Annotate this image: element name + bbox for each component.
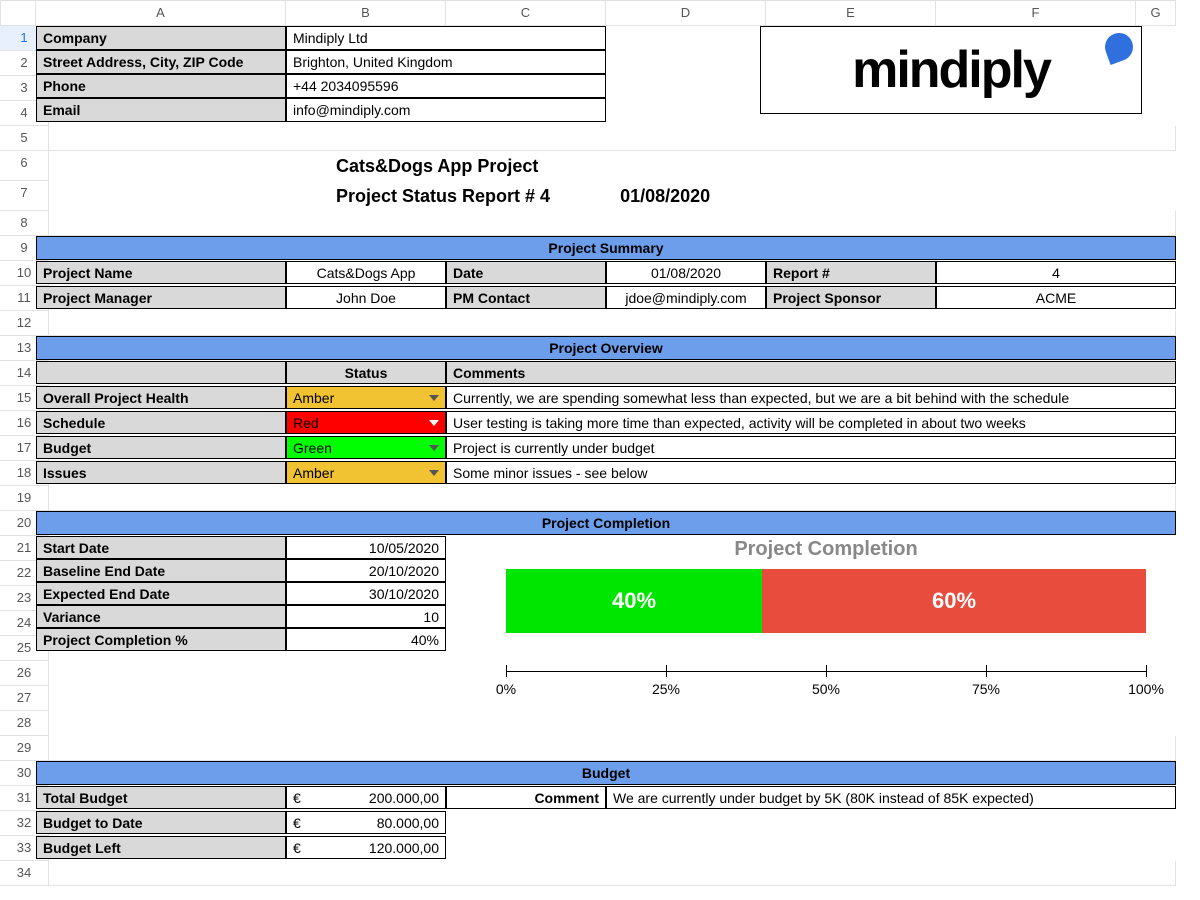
- phone-value[interactable]: +44 2034095596: [286, 74, 606, 98]
- chart-axis-label: 25%: [652, 681, 680, 697]
- completion-chart: Project Completion 40%60% 0%25%50%75%100…: [506, 538, 1146, 720]
- email-value[interactable]: info@mindiply.com: [286, 98, 606, 122]
- col-header[interactable]: G: [1136, 0, 1176, 26]
- address-value[interactable]: Brighton, United Kingdom: [286, 50, 606, 74]
- status-dropdown[interactable]: Red: [286, 411, 446, 434]
- date-label: Date: [446, 261, 606, 284]
- contact-value[interactable]: jdoe@mindiply.com: [606, 286, 766, 309]
- baseline-date-label: Baseline End Date: [36, 559, 286, 582]
- chevron-down-icon: [429, 420, 439, 426]
- budget-todate-label: Budget to Date: [36, 811, 286, 834]
- section-overview: Project Overview: [36, 336, 1176, 360]
- chart-axis-label: 0%: [496, 681, 516, 697]
- completion-pct[interactable]: 40%: [286, 628, 446, 651]
- chevron-down-icon: [429, 445, 439, 451]
- col-header[interactable]: F: [936, 0, 1136, 26]
- overview-status-header: Status: [286, 361, 446, 384]
- grid-corner[interactable]: [0, 0, 36, 26]
- email-label: Email: [36, 98, 286, 122]
- status-dropdown[interactable]: Amber: [286, 461, 446, 484]
- col-header[interactable]: E: [766, 0, 936, 26]
- status-dropdown[interactable]: Amber: [286, 386, 446, 409]
- chart-axis-label: 75%: [972, 681, 1000, 697]
- date-value[interactable]: 01/08/2020: [606, 261, 766, 284]
- empty-cell[interactable]: [36, 736, 1176, 761]
- sponsor-value[interactable]: ACME: [936, 286, 1176, 309]
- report-num-label: Report #: [766, 261, 936, 284]
- spreadsheet-grid: A B C D E F G 1 Company Mindiply Ltd Str…: [0, 0, 1200, 886]
- overview-comment[interactable]: Some minor issues - see below: [446, 461, 1176, 484]
- address-label: Street Address, City, ZIP Code: [36, 50, 286, 74]
- manager-label: Project Manager: [36, 286, 286, 309]
- chart-axis-label: 100%: [1128, 681, 1164, 697]
- company-logo: mindiply: [760, 26, 1142, 114]
- logo-dot-icon: [1101, 29, 1137, 65]
- overview-comment[interactable]: Project is currently under budget: [446, 436, 1176, 459]
- report-title: Project Status Report # 4: [336, 186, 550, 207]
- start-date[interactable]: 10/05/2020: [286, 536, 446, 559]
- empty-cell[interactable]: [36, 861, 1176, 886]
- baseline-date[interactable]: 20/10/2020: [286, 559, 446, 582]
- report-date: 01/08/2020: [620, 186, 710, 207]
- start-date-label: Start Date: [36, 536, 286, 559]
- empty-cell[interactable]: [36, 211, 1176, 236]
- col-header[interactable]: C: [446, 0, 606, 26]
- expected-date-label: Expected End Date: [36, 582, 286, 605]
- manager-value[interactable]: John Doe: [286, 286, 446, 309]
- empty-cell[interactable]: [36, 311, 1176, 336]
- contact-label: PM Contact: [446, 286, 606, 309]
- project-name[interactable]: Cats&Dogs App: [286, 261, 446, 284]
- budget-todate-value[interactable]: €80.000,00: [286, 811, 446, 834]
- overview-label: Overall Project Health: [36, 386, 286, 409]
- chart-axis-label: 50%: [812, 681, 840, 697]
- empty-cell[interactable]: [36, 126, 1176, 151]
- overview-blank: [36, 361, 286, 384]
- project-name-label: Project Name: [36, 261, 286, 284]
- variance-value[interactable]: 10: [286, 605, 446, 628]
- total-budget-label: Total Budget: [36, 786, 286, 809]
- budget-left-label: Budget Left: [36, 836, 286, 859]
- col-header[interactable]: B: [286, 0, 446, 26]
- col-header[interactable]: D: [606, 0, 766, 26]
- project-title: Cats&Dogs App Project: [336, 156, 538, 177]
- overview-comment[interactable]: User testing is taking more time than ex…: [446, 411, 1176, 434]
- overview-label: Issues: [36, 461, 286, 484]
- phone-label: Phone: [36, 74, 286, 98]
- completion-pct-label: Project Completion %: [36, 628, 286, 651]
- section-budget: Budget: [36, 761, 1176, 785]
- chart-segment: 40%: [506, 569, 762, 633]
- company-value[interactable]: Mindiply Ltd: [286, 26, 606, 50]
- expected-date[interactable]: 30/10/2020: [286, 582, 446, 605]
- budget-comment-label念-label: Comment: [446, 786, 606, 809]
- total-budget-value[interactable]: €200.000,00: [286, 786, 446, 809]
- variance-label: Variance: [36, 605, 286, 628]
- chevron-down-icon: [429, 395, 439, 401]
- overview-comments-header: Comments: [446, 361, 1176, 384]
- chart-title: Project Completion: [506, 538, 1146, 561]
- overview-comment[interactable]: Currently, we are spending somewhat less…: [446, 386, 1176, 409]
- chart-segment: 60%: [762, 569, 1146, 633]
- section-completion: Project Completion: [36, 511, 1176, 535]
- col-header[interactable]: A: [36, 0, 286, 26]
- budget-comment[interactable]: We are currently under budget by 5K (80K…: [606, 786, 1176, 809]
- empty-cell[interactable]: [36, 486, 1176, 511]
- company-label: Company: [36, 26, 286, 50]
- overview-label: Schedule: [36, 411, 286, 434]
- sponsor-label: Project Sponsor: [766, 286, 936, 309]
- budget-left-value[interactable]: €120.000,00: [286, 836, 446, 859]
- chevron-down-icon: [429, 470, 439, 476]
- report-num[interactable]: 4: [936, 261, 1176, 284]
- section-summary: Project Summary: [36, 236, 1176, 260]
- overview-label: Budget: [36, 436, 286, 459]
- status-dropdown[interactable]: Green: [286, 436, 446, 459]
